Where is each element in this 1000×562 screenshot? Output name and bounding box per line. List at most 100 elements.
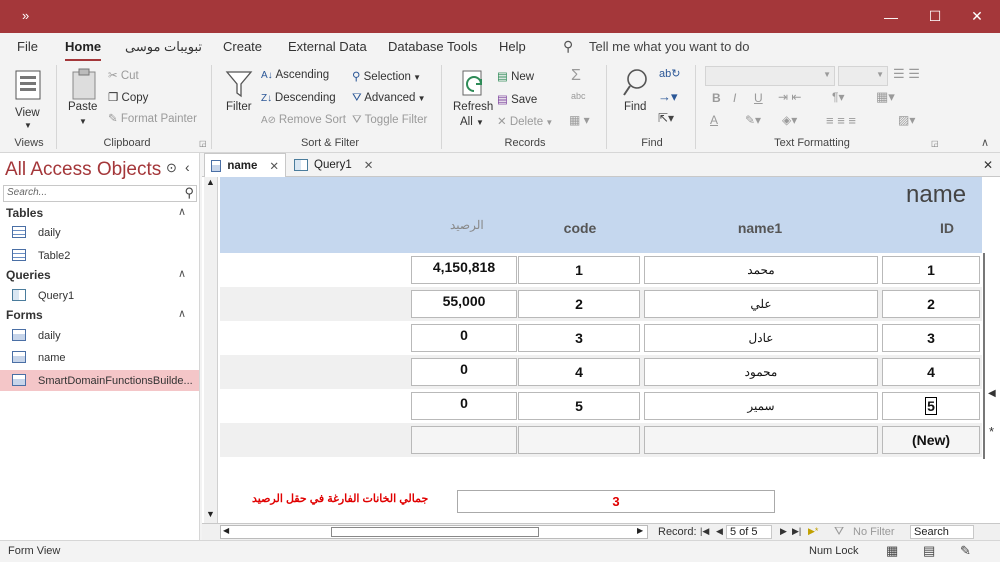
quick-access-overflow-icon[interactable]: » (22, 8, 29, 23)
tab-help[interactable]: Help (499, 39, 526, 54)
close-tab-icon[interactable]: ✕ (364, 158, 374, 172)
minimize-button[interactable]: — (868, 0, 914, 33)
find-button[interactable]: Find (618, 67, 654, 123)
balance-field[interactable]: 4,150,818 (411, 256, 517, 284)
id-field[interactable]: 4 (882, 358, 980, 386)
tables-group-header[interactable]: Tables (6, 206, 43, 220)
balance-field[interactable]: 55,000 (411, 290, 517, 318)
alt-row-color-icon[interactable]: ▨▾ (898, 113, 915, 127)
close-document-icon[interactable]: ✕ (983, 158, 993, 172)
nav-item-form-smartdomain[interactable]: SmartDomainFunctionsBuilde... (0, 370, 199, 391)
replace-icon[interactable]: ab↻ (659, 67, 680, 80)
dialog-launcher-icon[interactable]: ◲ (931, 139, 939, 148)
form-view-icon[interactable]: ▦ (886, 543, 898, 559)
no-filter-icon[interactable]: ⛛ (834, 524, 844, 539)
chevron-up-icon[interactable]: ∧ (178, 267, 186, 280)
last-record-icon[interactable]: ▶| (792, 526, 801, 537)
copy-button[interactable]: ❐ Copy (108, 90, 148, 104)
delete-record-button[interactable]: ✕ Delete ▼ (497, 114, 553, 128)
scroll-left-icon[interactable]: ◀ (223, 526, 229, 535)
code-field[interactable] (518, 426, 640, 454)
nav-search-box[interactable]: Search... ⚲ (3, 185, 197, 202)
goto-icon[interactable]: →▾ (658, 89, 678, 105)
tab-home[interactable]: Home (65, 39, 102, 61)
scroll-right-icon[interactable]: ▶ (637, 526, 643, 535)
design-view-icon[interactable]: ✎ (960, 543, 971, 559)
ascending-button[interactable]: A↓ Ascending (261, 69, 329, 81)
next-record-icon[interactable]: ▶ (780, 526, 787, 537)
name1-field[interactable] (644, 426, 878, 454)
nav-item-table-daily[interactable]: daily (0, 222, 199, 243)
scroll-down-icon[interactable]: ▼ (206, 509, 215, 519)
fill-color-icon[interactable]: ◈▾ (782, 113, 797, 127)
toggle-filter-button[interactable]: ⛛ Toggle Filter (352, 114, 427, 127)
save-record-button[interactable]: ▤ Save (497, 92, 537, 106)
balance-field[interactable]: 0 (411, 392, 517, 420)
balance-field[interactable]: 0 (411, 358, 517, 386)
name1-field[interactable]: محمد (644, 256, 878, 284)
select-icon[interactable]: ⇱▾ (658, 111, 674, 125)
indent-icon[interactable]: ⇥ ⇤ (778, 90, 801, 104)
underline-button[interactable]: U (754, 91, 763, 105)
collapse-nav-icon[interactable]: ‹ (185, 159, 190, 175)
close-button[interactable]: ✕ (954, 0, 1000, 33)
layout-view-icon[interactable]: ▤ (923, 543, 935, 559)
tab-query1[interactable]: Query1 ✕ (288, 153, 380, 177)
id-field[interactable]: 2 (882, 290, 980, 318)
selection-button[interactable]: ⚲ Selection ▼ (352, 69, 421, 83)
bullets-icon[interactable]: ☰ ☰ (893, 66, 920, 82)
nav-item-form-name[interactable]: name (0, 347, 199, 368)
more-records-icon[interactable]: ▦ ▾ (569, 113, 590, 127)
no-filter-indicator[interactable]: No Filter (853, 526, 895, 538)
horizontal-scrollbar[interactable]: ◀ ▶ (220, 525, 648, 539)
gridlines-icon[interactable]: ▦▾ (876, 89, 895, 105)
font-color-button[interactable]: A (710, 113, 718, 127)
dialog-launcher-icon[interactable]: ◲ (199, 139, 207, 148)
new-record-button[interactable]: ▤ New (497, 69, 534, 83)
current-record-box[interactable]: 5 of 5 (726, 525, 772, 539)
prev-record-icon[interactable]: ◀ (716, 526, 723, 537)
nav-item-query-query1[interactable]: Query1 (0, 285, 199, 306)
code-field[interactable]: 5 (518, 392, 640, 420)
nav-item-table-table2[interactable]: Table2 (0, 245, 199, 266)
highlight-icon[interactable]: ✎▾ (745, 113, 761, 127)
tell-me-box[interactable]: Tell me what you want to do (589, 39, 749, 54)
name1-field[interactable]: عادل (644, 324, 878, 352)
font-name-dropdown[interactable]: ▼ (705, 66, 835, 86)
vertical-scrollbar[interactable]: ▲ ▼ (204, 177, 218, 523)
balance-field[interactable]: 0 (411, 324, 517, 352)
code-field[interactable]: 3 (518, 324, 640, 352)
tab-custom[interactable]: تبويبات موسى (125, 39, 202, 55)
empty-balance-count-field[interactable]: 3 (457, 490, 775, 513)
filter-button[interactable]: Filter (221, 67, 257, 123)
cut-button[interactable]: ✂ Cut (108, 68, 139, 82)
close-tab-icon[interactable]: ✕ (269, 159, 279, 173)
refresh-all-button[interactable]: Refresh All ▼ (452, 67, 494, 129)
id-field[interactable]: 3 (882, 324, 980, 352)
name1-field[interactable]: علي (644, 290, 878, 318)
chevron-up-icon[interactable]: ∧ (178, 205, 186, 218)
tab-create[interactable]: Create (223, 39, 262, 54)
name1-field[interactable]: محمود (644, 358, 878, 386)
spelling-icon[interactable]: abc (571, 91, 586, 101)
id-field[interactable]: 5 (882, 392, 980, 420)
tab-external-data[interactable]: External Data (288, 39, 367, 54)
totals-icon[interactable]: Σ (571, 67, 581, 85)
collapse-ribbon-icon[interactable]: ∧ (981, 136, 989, 149)
tab-file[interactable]: File (17, 39, 38, 54)
maximize-button[interactable]: ☐ (912, 0, 958, 33)
scroll-up-icon[interactable]: ▲ (206, 177, 215, 187)
advanced-button[interactable]: ⛛ Advanced ▼ (352, 92, 426, 105)
tab-database-tools[interactable]: Database Tools (388, 39, 477, 54)
align-icon[interactable]: ≡ ≡ ≡ (826, 113, 856, 128)
id-field[interactable]: 1 (882, 256, 980, 284)
bold-button[interactable]: B (712, 91, 721, 105)
balance-field[interactable] (411, 426, 517, 454)
nav-item-form-daily[interactable]: daily (0, 325, 199, 346)
scroll-thumb[interactable] (331, 527, 539, 537)
nav-pane-title[interactable]: All Access Objects (5, 159, 161, 181)
remove-sort-button[interactable]: A⊘ Remove Sort (261, 114, 346, 126)
nav-menu-chevron-icon[interactable]: ⊙ (166, 160, 177, 176)
paste-button[interactable]: Paste ▼ (66, 67, 102, 129)
code-field[interactable]: 4 (518, 358, 640, 386)
